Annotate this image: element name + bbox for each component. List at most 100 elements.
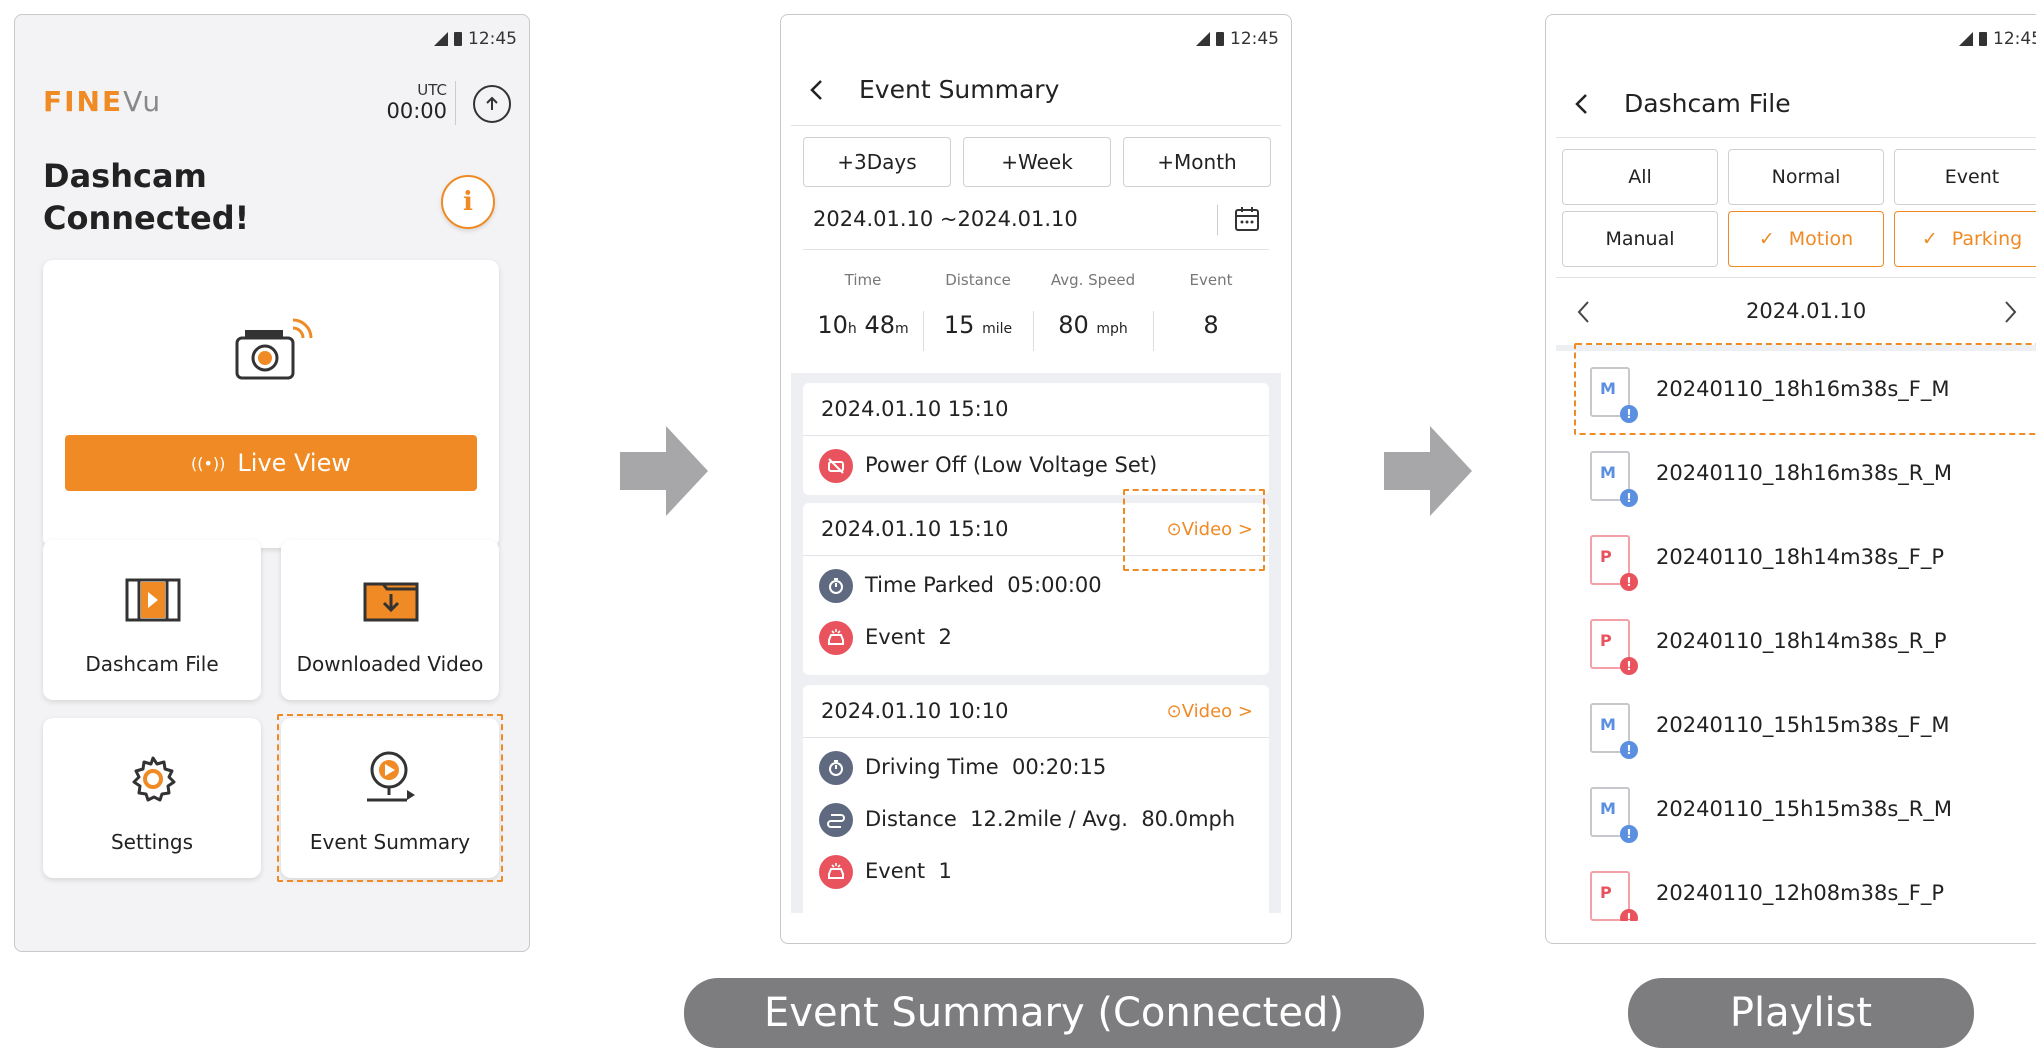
next-date-button[interactable] [2000, 297, 2020, 331]
file-badge: P [1600, 631, 1612, 650]
caption-playlist: Playlist [1628, 978, 1974, 1048]
finevu-logo: FINEVu [43, 85, 162, 118]
filter-parking-button[interactable]: ✓ Parking [1894, 211, 2036, 267]
logo-vu: Vu [123, 85, 163, 118]
filter-motion-button[interactable]: ✓ Motion [1728, 211, 1884, 267]
filter-label: Event [1944, 166, 2000, 188]
filter-label: Normal [1771, 166, 1841, 188]
divider [1217, 205, 1218, 235]
tile-downloaded-video[interactable]: Downloaded Video [281, 540, 499, 700]
play-circle-icon: ⊙ [1166, 701, 1182, 722]
tile-settings[interactable]: Settings [43, 718, 261, 878]
battery-icon [1216, 32, 1224, 46]
file-name: 20240110_12h08m38s_F_P [1656, 881, 1945, 905]
group-timestamp: 2024.01.10 15:10 [821, 397, 1009, 421]
connection-title: Dashcam Connected! [43, 155, 249, 239]
battery-icon [454, 32, 462, 46]
file-list: M! 20240110_18h16m38s_F_M M! 20240110_18h16… [1556, 351, 2036, 921]
upload-button[interactable] [473, 85, 511, 123]
page-title: Event Summary [859, 75, 1060, 104]
event-group: 2024.01.10 15:10 Power Off (Low Voltage … [803, 383, 1269, 495]
range-month-button[interactable]: +Month [1123, 137, 1271, 187]
route-icon [819, 803, 853, 837]
info-button[interactable]: i [441, 175, 495, 229]
parking-file-icon: P! [1590, 871, 1638, 921]
stat-speed: 80 mph [1033, 311, 1153, 339]
status-time: 12:45 [468, 29, 517, 49]
highlight-event-summary [277, 714, 503, 882]
calendar-button[interactable] [1233, 205, 1261, 237]
highlight-first-file [1574, 343, 2036, 435]
range-3days-button[interactable]: +3Days [803, 137, 951, 187]
alert-dot-icon: ! [1620, 657, 1638, 675]
file-row[interactable]: M! 20240110_18h16m38s_R_M [1556, 435, 2036, 520]
filter-label: Manual [1605, 228, 1675, 250]
event-item: Distance 12.2mile / Avg. 80.0mph [865, 807, 1236, 831]
date-range[interactable]: 2024.01.10 ~2024.01.10 [813, 207, 1078, 231]
file-row[interactable]: P! 20240110_18h14m38s_F_P [1556, 519, 2036, 604]
file-name: 20240110_18h14m38s_R_P [1656, 629, 1947, 653]
filter-label: Motion [1788, 228, 1854, 250]
filter-normal-button[interactable]: Normal [1728, 149, 1884, 205]
file-row[interactable]: M! 20240110_15h15m38s_F_M [1556, 687, 2036, 772]
back-button[interactable] [803, 75, 833, 105]
filter-event-button[interactable]: Event [1894, 149, 2036, 205]
battery-icon [1979, 32, 1987, 46]
status-time: 12:45 [1230, 29, 1279, 49]
alert-dot-icon: ! [1620, 825, 1638, 843]
current-date: 2024.01.10 [1746, 299, 1867, 323]
stat-speed-value: 80 [1058, 311, 1089, 339]
power-off-icon [819, 449, 853, 483]
stat-distance: 15 mile [923, 311, 1033, 339]
live-view-label: Live View [237, 449, 351, 477]
alert-dot-icon: ! [1620, 741, 1638, 759]
title-line1: Dashcam [43, 157, 207, 195]
divider [1556, 137, 2036, 138]
event-item: Event 1 [865, 859, 952, 883]
status-bar: 12:45 [1546, 15, 2036, 55]
file-badge: M [1600, 799, 1616, 818]
stat-time-hours: 10 [817, 311, 848, 339]
live-view-button[interactable]: ((•)) Live View [65, 435, 477, 491]
filter-manual-button[interactable]: Manual [1562, 211, 1718, 267]
stat-time-hours-unit: h [847, 321, 857, 337]
file-row[interactable]: M! 20240110_15h15m38s_R_M [1556, 771, 2036, 856]
divider [791, 125, 1281, 126]
file-row[interactable]: P! 20240110_12h08m38s_F_P [1556, 855, 2036, 921]
signal-icon [1959, 32, 1973, 46]
alert-dot-icon: ! [1620, 573, 1638, 591]
file-name: 20240110_18h14m38s_F_P [1656, 545, 1945, 569]
group-timestamp: 2024.01.10 10:10 [821, 699, 1009, 723]
caption-event-summary: Event Summary (Connected) [684, 978, 1424, 1048]
prev-date-button[interactable] [1574, 297, 1594, 331]
signal-icon [1196, 32, 1210, 46]
parking-file-icon: P! [1590, 535, 1638, 591]
file-row[interactable]: P! 20240110_18h14m38s_R_P [1556, 603, 2036, 688]
playlist-screen: 12:45 Dashcam File All Normal Event Manu… [1545, 14, 2036, 944]
stat-distance-unit: mile [982, 321, 1013, 337]
flow-arrow-icon [620, 426, 708, 516]
home-screen: 12:45 FINEVu UTC 00:00 Dashcam Connected… [14, 14, 530, 952]
arrow-up-icon [486, 96, 498, 110]
stat-header: Avg. Speed [1050, 271, 1136, 289]
file-name: 20240110_15h15m38s_R_M [1656, 797, 1952, 821]
motion-file-icon: M! [1590, 787, 1638, 843]
tile-dashcam-file[interactable]: Dashcam File [43, 540, 261, 700]
range-week-button[interactable]: +Week [963, 137, 1111, 187]
event-item: Driving Time 00:20:15 [865, 755, 1107, 779]
flow-arrow-icon [1384, 426, 1472, 516]
divider [803, 435, 1269, 436]
filter-label: All [1628, 166, 1652, 188]
car-crash-icon [819, 621, 853, 655]
video-link-label: Video [1181, 701, 1233, 722]
camera-wifi-icon [235, 318, 313, 380]
filter-all-button[interactable]: All [1562, 149, 1718, 205]
tile-label: Settings [110, 830, 194, 854]
file-badge: P [1600, 547, 1612, 566]
video-link[interactable]: ⊙Video > [1167, 701, 1253, 722]
back-button[interactable] [1568, 89, 1598, 119]
chevron-left-icon [810, 80, 822, 100]
stat-time: 10h 48m [803, 311, 923, 339]
info-icon: i [463, 187, 473, 217]
event-item: Event 2 [865, 625, 952, 649]
